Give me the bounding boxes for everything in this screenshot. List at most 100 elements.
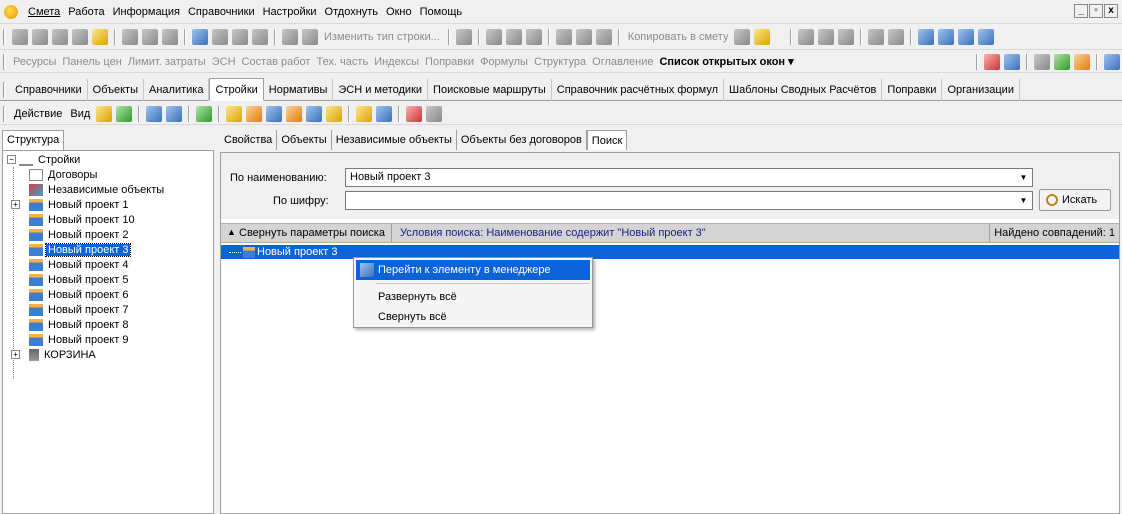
chart-icon[interactable] bbox=[302, 29, 318, 45]
tab-objects[interactable]: Объекты bbox=[88, 78, 145, 101]
np-icon[interactable] bbox=[818, 29, 835, 45]
table-icon[interactable] bbox=[485, 29, 502, 45]
copy-grid-icon[interactable] bbox=[734, 29, 751, 45]
vehicle-icon[interactable] bbox=[282, 29, 298, 45]
code-search-input[interactable]: ▼ bbox=[345, 191, 1033, 210]
tree-item-project[interactable]: + Новый проект 1 bbox=[11, 197, 130, 212]
car-icon[interactable] bbox=[1104, 53, 1120, 70]
search-icon[interactable] bbox=[92, 29, 108, 45]
tree-item-project[interactable]: Новый проект 2 bbox=[29, 227, 130, 242]
tab-independent-objects[interactable]: Независимые объекты bbox=[332, 130, 457, 150]
format2-icon[interactable] bbox=[888, 29, 905, 45]
chevron-down-icon[interactable]: ▼ bbox=[1016, 170, 1031, 185]
tree-item-trash[interactable]: + КОРЗИНА bbox=[11, 347, 98, 362]
new-local-icon[interactable] bbox=[306, 105, 323, 122]
properties-icon[interactable] bbox=[356, 105, 373, 122]
tab-references[interactable]: Справочники bbox=[10, 78, 88, 101]
helmet-icon[interactable] bbox=[1074, 53, 1090, 70]
toolbar-grip[interactable] bbox=[3, 53, 6, 70]
tree-item-project[interactable]: Новый проект 10 bbox=[29, 212, 137, 227]
view-menu[interactable]: Вид bbox=[66, 108, 94, 120]
toolbar-grip[interactable] bbox=[3, 105, 6, 122]
tree-item-project[interactable]: Новый проект 4 bbox=[29, 257, 130, 272]
new-contract-icon[interactable] bbox=[226, 105, 243, 122]
nc-icon[interactable] bbox=[798, 29, 815, 45]
row-props-icon[interactable] bbox=[212, 29, 228, 45]
menu-info[interactable]: Информация bbox=[109, 6, 184, 18]
link-icon[interactable] bbox=[252, 29, 268, 45]
layers-icon[interactable] bbox=[1004, 53, 1020, 70]
toolbar-grip[interactable] bbox=[3, 29, 6, 45]
menu-references[interactable]: Справочники bbox=[184, 6, 259, 18]
menu-help[interactable]: Помощь bbox=[416, 6, 467, 18]
tree-item-independent[interactable]: Независимые объекты bbox=[29, 182, 166, 197]
link-tech-part[interactable]: Тех. часть bbox=[313, 56, 371, 68]
tree-item-project[interactable]: Новый проект 5 bbox=[29, 272, 130, 287]
copy-icon[interactable] bbox=[575, 29, 592, 45]
search-button[interactable]: Искать bbox=[1039, 189, 1111, 211]
tab-summary-templates[interactable]: Шаблоны Сводных Расчётов bbox=[724, 78, 883, 101]
action-menu[interactable]: Действие bbox=[10, 108, 66, 120]
delete-icon[interactable] bbox=[406, 105, 423, 122]
link-limit-costs[interactable]: Лимит. затраты bbox=[125, 56, 209, 68]
open-folder-icon[interactable] bbox=[326, 105, 343, 122]
refresh-icon[interactable] bbox=[196, 105, 213, 122]
cut-icon[interactable] bbox=[555, 29, 572, 45]
menu-rest[interactable]: Отдохнуть bbox=[321, 6, 383, 18]
restore-button[interactable]: ▫ bbox=[1089, 4, 1103, 18]
tab-objects-without-contracts[interactable]: Объекты без договоров bbox=[457, 130, 587, 150]
tree-item-project[interactable]: Новый проект 8 bbox=[29, 317, 130, 332]
new-estimate-icon[interactable] bbox=[286, 105, 303, 122]
copy-to-estimate-button[interactable]: Копировать в смету bbox=[624, 31, 733, 43]
link-resources[interactable]: Ресурсы bbox=[10, 56, 59, 68]
tab-esn-methods[interactable]: ЭСН и методики bbox=[333, 78, 429, 101]
tab-search[interactable]: Поиск bbox=[586, 130, 628, 150]
close-button[interactable]: x bbox=[1104, 4, 1118, 18]
sort-icon[interactable] bbox=[525, 29, 542, 45]
tab-constructions[interactable]: Стройки bbox=[209, 78, 264, 101]
link-corrections[interactable]: Поправки bbox=[422, 56, 477, 68]
truck-icon[interactable] bbox=[1054, 53, 1070, 70]
link-contents[interactable]: Оглавление bbox=[589, 56, 656, 68]
link-price-panel[interactable]: Панель цен bbox=[59, 56, 124, 68]
collapse-icon[interactable]: − bbox=[7, 155, 16, 164]
list-icon[interactable] bbox=[376, 105, 393, 122]
pin-icon[interactable] bbox=[426, 105, 443, 122]
tools-icon[interactable] bbox=[1034, 53, 1050, 70]
link-indexes[interactable]: Индексы bbox=[371, 56, 422, 68]
add-folder-icon[interactable] bbox=[96, 105, 113, 122]
link-esn[interactable]: ЭСН bbox=[209, 56, 239, 68]
outdent-icon[interactable] bbox=[938, 29, 955, 45]
undo-icon[interactable] bbox=[162, 29, 178, 45]
tab-formula-reference[interactable]: Справочник расчётных формул bbox=[552, 78, 725, 101]
delete-icon[interactable] bbox=[455, 29, 472, 45]
align-right-icon[interactable] bbox=[978, 29, 995, 45]
tab-properties[interactable]: Свойства bbox=[220, 130, 278, 150]
new-building-icon[interactable] bbox=[246, 105, 263, 122]
tree-item-contracts[interactable]: Договоры bbox=[29, 167, 99, 182]
indent-icon[interactable] bbox=[918, 29, 935, 45]
row-props2-icon[interactable] bbox=[232, 29, 248, 45]
menu-window[interactable]: Окно bbox=[382, 6, 416, 18]
tab-search-routes[interactable]: Поисковые маршруты bbox=[428, 78, 552, 101]
expand-icon[interactable]: + bbox=[11, 350, 20, 359]
tab-norms[interactable]: Нормативы bbox=[264, 78, 334, 101]
tree-item-root[interactable]: − Стройки bbox=[7, 152, 82, 167]
name-search-input[interactable]: Новый проект 3 ▼ bbox=[345, 168, 1033, 187]
save-icon[interactable] bbox=[122, 29, 138, 45]
link-formulas[interactable]: Формулы bbox=[477, 56, 531, 68]
menu-collapse-all[interactable]: Свернуть всё bbox=[356, 307, 590, 327]
paste2-icon[interactable] bbox=[595, 29, 612, 45]
format-icon[interactable] bbox=[868, 29, 885, 45]
folder-green-icon[interactable] bbox=[116, 105, 133, 122]
toolbar-grip[interactable] bbox=[3, 81, 6, 98]
tab-structure[interactable]: Структура bbox=[2, 130, 65, 150]
align-left-icon[interactable] bbox=[958, 29, 975, 45]
menu-settings[interactable]: Настройки bbox=[259, 6, 321, 18]
chevron-down-icon[interactable]: ▼ bbox=[1016, 193, 1031, 208]
tab-analytics[interactable]: Аналитика bbox=[144, 78, 210, 101]
refresh-icon[interactable] bbox=[142, 29, 158, 45]
import-icon[interactable] bbox=[146, 105, 163, 122]
recalculate-icon[interactable] bbox=[192, 29, 208, 45]
open-windows-dropdown[interactable]: Список открытых окон ▾ bbox=[656, 55, 796, 68]
